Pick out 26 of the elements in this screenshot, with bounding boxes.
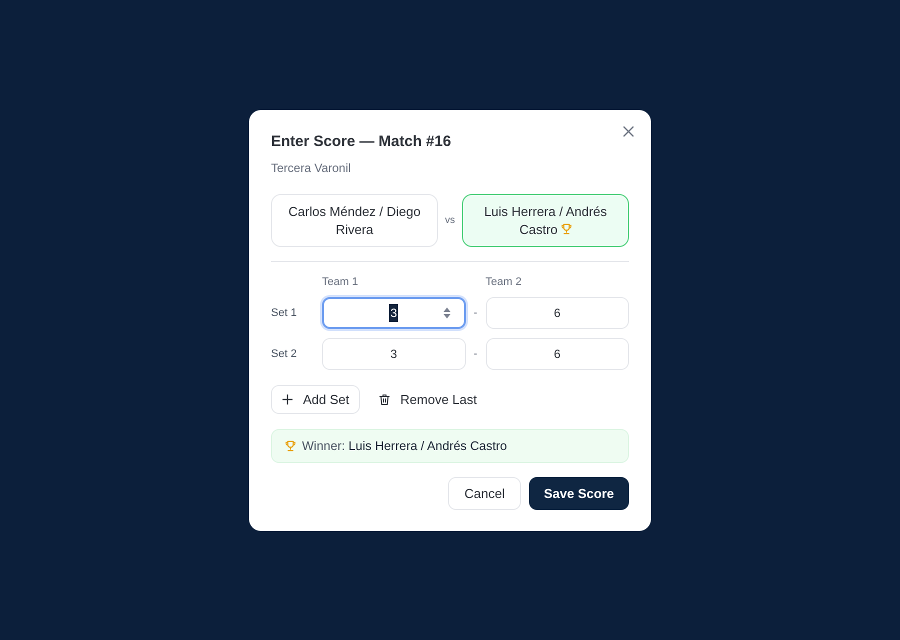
spinner-icon	[442, 307, 450, 319]
dialog-title: Enter Score — Match #16	[271, 132, 452, 152]
versus-label: vs	[445, 214, 455, 228]
trophy-icon	[285, 440, 296, 452]
score-input[interactable]: 6	[486, 297, 629, 329]
team-card: Luis Herrera / Andrés Castro	[462, 194, 629, 247]
score-separator: -	[474, 306, 478, 321]
team-card: Carlos Méndez / Diego Rivera	[271, 194, 438, 247]
set-label: Set 2	[271, 346, 297, 362]
score-input[interactable]: 6	[486, 338, 629, 370]
close-button[interactable]	[623, 126, 634, 137]
score-input[interactable]: 3	[322, 297, 466, 329]
winner-text: Winner: Luis Herrera / Andrés Castro	[302, 438, 507, 455]
save-button[interactable]: Save Score	[528, 477, 629, 510]
close-icon	[623, 126, 634, 137]
trash-icon	[379, 394, 390, 405]
add-set-button[interactable]: Add Set	[271, 385, 360, 414]
trophy-icon	[560, 222, 572, 234]
plus-icon	[282, 394, 293, 405]
dialog-subtitle: Tercera Varonil	[271, 160, 351, 176]
cancel-button[interactable]: Cancel	[448, 477, 521, 510]
set-label: Set 1	[271, 306, 297, 321]
score-separator: -	[474, 346, 478, 362]
column-header: Team 2	[486, 275, 522, 289]
score-input[interactable]: 3	[322, 338, 466, 370]
column-header: Team 1	[322, 275, 358, 289]
